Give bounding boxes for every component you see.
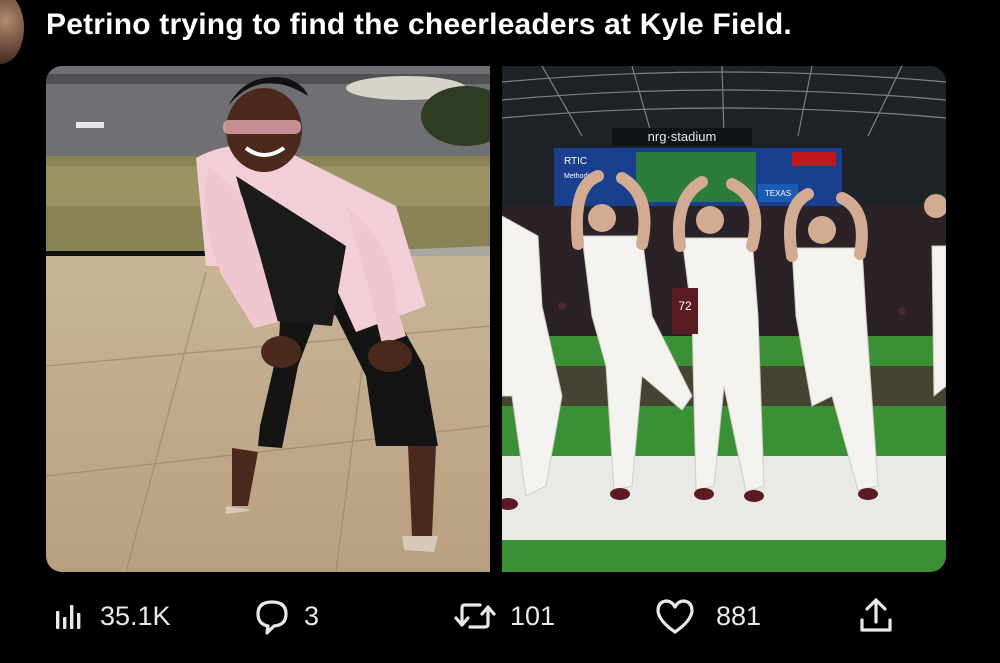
views-button[interactable]: 35.1K <box>52 588 171 644</box>
retweet-count: 101 <box>510 600 556 631</box>
like-button[interactable]: 881 <box>652 588 761 644</box>
views-bar-chart-icon <box>56 605 81 629</box>
retweet-button[interactable]: 101 <box>452 588 555 644</box>
reply-count: 3 <box>304 600 320 631</box>
tweet-action-bar: 35.1K 3 101 881 <box>0 588 1000 644</box>
media-container[interactable]: nrg·stadium RTIC Methodist TEXAS 72 <box>46 66 946 572</box>
avatar[interactable] <box>0 0 24 64</box>
svg-text:72: 72 <box>678 299 692 313</box>
like-count: 881 <box>716 600 762 631</box>
svg-text:nrg·stadium: nrg·stadium <box>648 129 717 144</box>
tweet-text: Petrino trying to find the cheerleaders … <box>46 8 792 41</box>
meme-photo-left[interactable] <box>46 66 490 572</box>
reply-bubble-icon <box>256 600 288 635</box>
heart-icon <box>656 599 694 634</box>
media-divider <box>490 66 502 572</box>
share-button[interactable] <box>854 588 898 644</box>
svg-text:RTIC: RTIC <box>564 156 587 167</box>
share-upload-icon <box>860 598 892 632</box>
svg-text:TEXAS: TEXAS <box>765 189 791 198</box>
reply-button[interactable]: 3 <box>250 588 319 644</box>
retweet-arrows-icon <box>454 603 496 629</box>
views-count: 35.1K <box>100 600 171 631</box>
meme-photo-right[interactable]: nrg·stadium RTIC Methodist TEXAS 72 <box>502 66 946 572</box>
